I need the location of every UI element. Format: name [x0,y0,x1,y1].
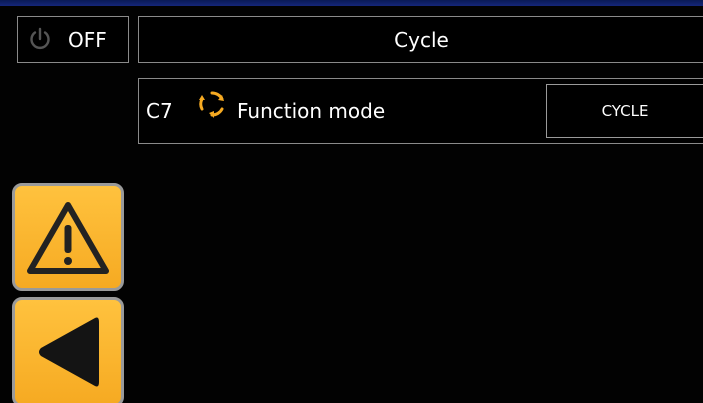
page-title: Cycle [394,28,449,52]
parameter-row[interactable]: C7 Function mode CYCLE [138,78,703,144]
function-mode-value-button[interactable]: CYCLE [546,84,703,138]
parameter-name: Function mode [237,99,386,123]
parameter-code: C7 [146,99,173,123]
warning-button[interactable] [12,183,124,291]
screen: OFF Cycle C7 Function mode CYCLE [0,0,703,403]
header-bar: Cycle [138,16,703,63]
back-button[interactable] [12,297,124,403]
cycle-icon [197,89,227,119]
power-button[interactable]: OFF [17,16,129,63]
power-status-label: OFF [68,28,107,52]
power-icon [28,27,52,51]
top-strip [0,0,703,6]
